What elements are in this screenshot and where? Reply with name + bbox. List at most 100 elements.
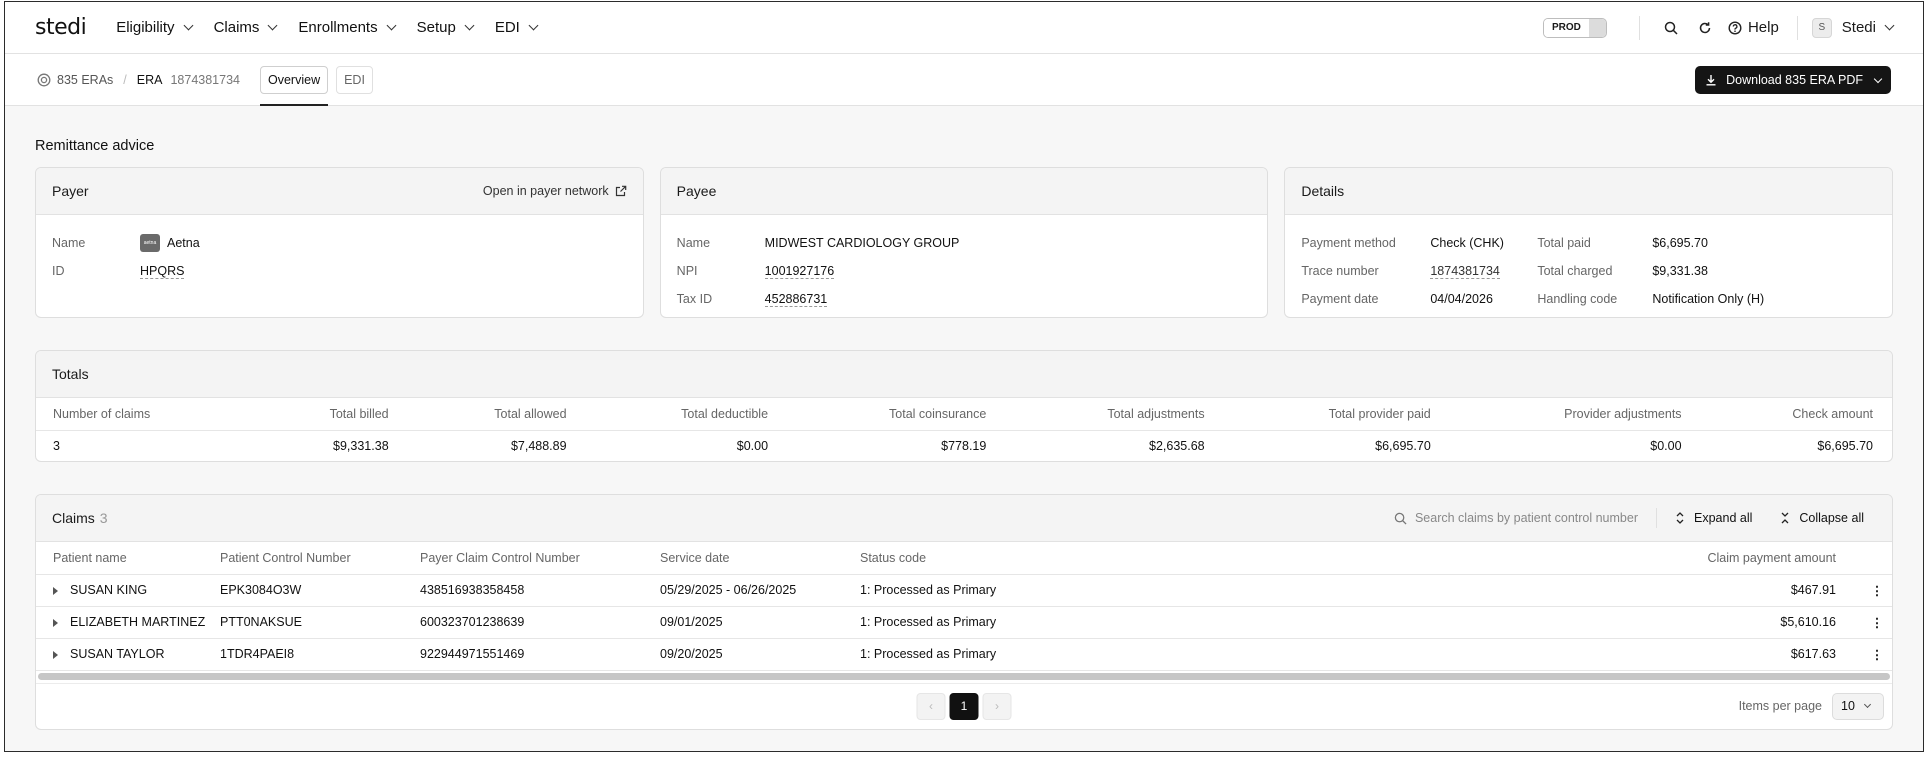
chevron-down-icon xyxy=(183,20,194,31)
open-in-payer-network-link[interactable]: Open in payer network xyxy=(483,184,627,198)
nav-eligibility-label: Eligibility xyxy=(116,19,175,36)
patient-control-number: EPK3084O3W xyxy=(220,574,420,607)
divider xyxy=(1638,15,1640,40)
payer-id-row: ID HPQRS xyxy=(52,257,627,285)
details-card-header: Details xyxy=(1285,168,1893,215)
service-date: 09/20/2025 xyxy=(660,638,860,671)
status-code: 1: Processed as Primary xyxy=(860,574,1330,607)
avatar: S xyxy=(1811,17,1832,38)
payer-claim-control-number: 438516938358458 xyxy=(420,574,660,607)
breadcrumb-eras-link[interactable]: 835 ERAs xyxy=(57,73,113,87)
patient-name-cell[interactable]: SUSAN KING xyxy=(36,574,220,607)
trace-number-value[interactable]: 1874381734 xyxy=(1430,264,1500,279)
payee-npi-value[interactable]: 1001927176 xyxy=(764,264,835,279)
search-icon[interactable] xyxy=(1660,17,1682,39)
payee-npi-row: NPI 1001927176 xyxy=(677,257,1252,285)
prev-page-button[interactable]: ‹ xyxy=(916,692,946,720)
payment-method-value: Check (CHK) xyxy=(1430,236,1504,250)
items-per-page-select[interactable]: 10 xyxy=(1832,692,1884,720)
col-patient-control-number[interactable]: Patient Control Number xyxy=(220,542,420,575)
expand-row-icon[interactable] xyxy=(53,650,58,659)
nav-claims-label: Claims xyxy=(213,19,260,36)
patient-name-cell[interactable]: ELIZABETH MARTINEZ xyxy=(36,606,220,639)
tab-overview[interactable]: Overview xyxy=(260,65,329,106)
patient-name: SUSAN KING xyxy=(70,583,148,597)
expand-all-button[interactable]: Expand all xyxy=(1675,511,1752,525)
nav-edi[interactable]: EDI xyxy=(494,19,539,36)
patient-name-cell[interactable]: SUSAN TAYLOR xyxy=(36,638,220,671)
expand-row-icon[interactable] xyxy=(53,586,58,595)
payer-name-key: Name xyxy=(52,236,86,250)
download-pdf-button[interactable]: Download 835 ERA PDF xyxy=(1695,66,1891,94)
breadcrumb-separator: / xyxy=(123,72,127,87)
totals-cell: $778.19 xyxy=(941,438,987,453)
payee-name-row: Name MIDWEST CARDIOLOGY GROUP xyxy=(677,229,1252,257)
totals-cell: $0.00 xyxy=(1650,438,1682,453)
col-claim-payment-amount[interactable]: Claim payment amount xyxy=(1329,542,1862,575)
totals-cell: $2,635.68 xyxy=(1149,438,1205,453)
payer-id-value[interactable]: HPQRS xyxy=(140,264,185,279)
scrollbar-thumb[interactable] xyxy=(38,672,1890,680)
payee-tax-value[interactable]: 452886731 xyxy=(764,292,828,307)
expand-row-icon[interactable] xyxy=(53,618,58,627)
breadcrumb-era-id: 1874381734 xyxy=(170,72,240,87)
horizontal-scrollbar[interactable] xyxy=(36,671,1892,683)
payee-card: Payee Name MIDWEST CARDIOLOGY GROUP NPI … xyxy=(659,167,1269,318)
environment-label: PROD xyxy=(1543,18,1589,37)
payer-claim-control-number: 600323701238639 xyxy=(420,606,660,639)
totals-header: Totals xyxy=(36,351,1892,398)
col-status-code[interactable]: Status code xyxy=(860,542,1330,575)
external-link-icon xyxy=(615,185,626,197)
stedi-logo[interactable]: stedi xyxy=(35,15,87,40)
chevron-down-icon xyxy=(528,20,539,31)
claims-title: Claims xyxy=(52,510,95,526)
payee-card-header: Payee xyxy=(660,168,1268,215)
col-patient-name[interactable]: Patient name xyxy=(36,542,220,575)
totals-col-header: Total provider paid xyxy=(1223,398,1450,431)
table-row[interactable]: ELIZABETH MARTINEZ PTT0NAKSUE 6003237012… xyxy=(36,606,1892,639)
payee-tax-key: Tax ID xyxy=(676,292,713,306)
col-actions xyxy=(1862,542,1892,575)
help-button[interactable]: Help xyxy=(1728,19,1779,36)
details-card-body: Payment method Check (CHK) Total paid $6… xyxy=(1285,215,1892,317)
chevron-down-icon xyxy=(1884,20,1895,31)
page-title: Remittance advice xyxy=(35,138,155,154)
collapse-all-button[interactable]: Collapse all xyxy=(1780,511,1864,525)
table-row[interactable]: SUSAN TAYLOR 1TDR4PAEI8 922944971551469 … xyxy=(36,638,1892,671)
user-menu[interactable]: S Stedi xyxy=(1811,17,1895,38)
nav-claims[interactable]: Claims xyxy=(213,19,278,36)
row-menu-icon[interactable]: ⋮ xyxy=(1862,638,1892,671)
refresh-icon[interactable] xyxy=(1694,17,1716,39)
totals-col-header: Provider adjustments xyxy=(1449,398,1701,431)
environment-toggle[interactable]: PROD xyxy=(1542,17,1607,38)
pagination: ‹ 1 › xyxy=(916,692,1012,720)
total-charged-key: Total charged xyxy=(1537,264,1613,278)
pagination-row: ‹ 1 › Items per page 10 xyxy=(36,682,1892,729)
payee-name-key: Name xyxy=(676,236,711,250)
payment-date-value: 04/04/2026 xyxy=(1430,292,1493,306)
col-service-date[interactable]: Service date xyxy=(660,542,860,575)
page-button-1[interactable]: 1 xyxy=(949,692,979,720)
totals-table: Number of claims Total billed Total allo… xyxy=(36,398,1892,461)
chevron-down-icon xyxy=(464,20,475,31)
table-row[interactable]: SUSAN KING EPK3084O3W 438516938358458 05… xyxy=(36,574,1892,607)
payer-card-body: Name aetna Aetna ID HPQRS xyxy=(36,215,643,299)
claims-search-input[interactable]: Search claims by patient control number xyxy=(1394,511,1638,525)
sub-header: 835 ERAs / ERA 1874381734 Overview EDI D… xyxy=(5,54,1923,106)
payment-date-key: Payment date xyxy=(1301,292,1379,306)
col-payer-claim-control-number[interactable]: Payer Claim Control Number xyxy=(420,542,660,575)
row-menu-icon[interactable]: ⋮ xyxy=(1862,606,1892,639)
totals-col-header: Check amount xyxy=(1700,398,1892,431)
payer-name-value-wrap: aetna Aetna xyxy=(140,234,200,252)
nav-edi-label: EDI xyxy=(494,19,520,36)
nav-eligibility[interactable]: Eligibility xyxy=(116,19,194,36)
patient-control-number: 1TDR4PAEI8 xyxy=(220,638,420,671)
nav-setup[interactable]: Setup xyxy=(417,19,475,36)
search-placeholder: Search claims by patient control number xyxy=(1414,511,1638,525)
details-grid: Payment method Check (CHK) Total paid $6… xyxy=(1301,229,1876,313)
chevron-down-icon xyxy=(1863,700,1871,709)
tab-edi[interactable]: EDI xyxy=(336,65,373,94)
next-page-button[interactable]: › xyxy=(982,692,1012,720)
nav-enrollments[interactable]: Enrollments xyxy=(298,19,397,36)
row-menu-icon[interactable]: ⋮ xyxy=(1862,574,1892,607)
